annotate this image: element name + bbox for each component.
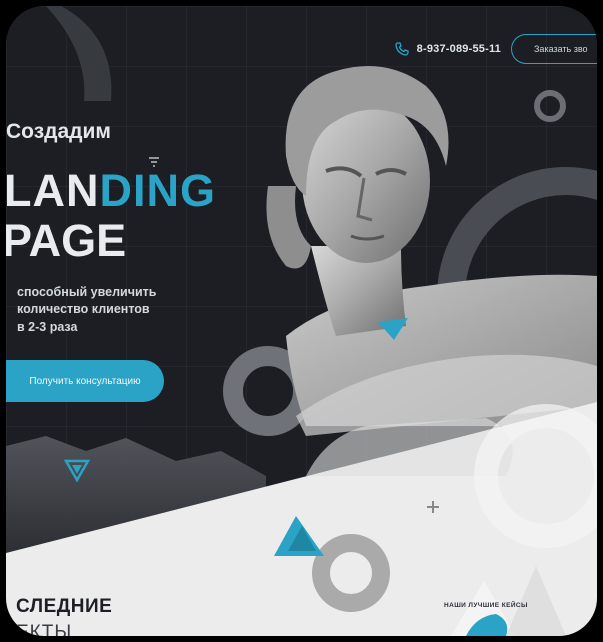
order-call-button[interactable]: Заказать зво <box>511 34 597 64</box>
phone-number[interactable]: 8-937-089-55-11 <box>417 43 501 55</box>
triangle-down-icon <box>64 459 90 483</box>
projects-heading: СЛЕДНИЕ <box>16 596 113 617</box>
small-ring <box>534 90 566 122</box>
consultation-button[interactable]: Получить консультацию <box>6 360 164 402</box>
hero-title-part1: LAN <box>6 165 100 216</box>
cases-label: НАШИ ЛУЧШИЕ КЕЙСЫ <box>444 602 528 609</box>
phone-contact[interactable]: 8-937-089-55-11 <box>395 42 501 56</box>
plus-icon <box>427 501 439 513</box>
header-bar: 8-937-089-55-11 Заказать зво <box>395 34 597 64</box>
landing-page-frame: 8-937-089-55-11 Заказать зво Создадим LA… <box>6 6 597 636</box>
subtitle-line-3: в 2-3 раза <box>17 319 78 334</box>
phone-icon <box>395 42 409 56</box>
subtitle-line-2: количество клиентов <box>17 302 150 317</box>
hero-subtitle: способный увеличить количество клиентов … <box>17 284 187 336</box>
hero-title-part2: DING <box>99 165 216 216</box>
hero-title-line1: LANDING <box>6 168 216 213</box>
subtitle-line-1: способный увеличить <box>17 285 157 299</box>
hero-kicker: Создадим <box>6 120 111 143</box>
hero-title-line2: PAGE <box>6 215 127 266</box>
projects-heading-line2: ЕКТЫ <box>16 622 73 636</box>
